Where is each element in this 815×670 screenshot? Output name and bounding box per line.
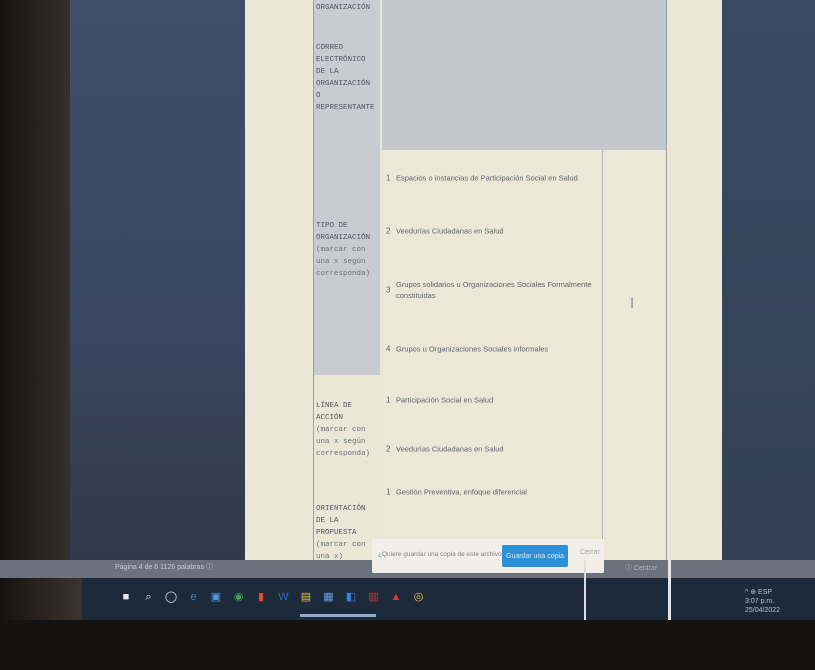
screen-glare <box>668 560 671 622</box>
task-view-icon[interactable]: ◯ <box>163 588 179 606</box>
row-text: Participación Social en Salud <box>396 395 494 405</box>
document-page[interactable]: ORGANIZACIÓN CORREO ELECTRÓNICO DE LA OR… <box>245 0 722 561</box>
tray-indicators[interactable]: ^ ⊕ ESP <box>745 589 772 596</box>
form-table: ORGANIZACIÓN CORREO ELECTRÓNICO DE LA OR… <box>313 0 667 561</box>
desktop-background-left <box>70 0 245 560</box>
row-text: Veedurías Ciudadanas en Salud <box>396 226 504 236</box>
label-orientacion-propuesta: ORIENTACIÓN DE LA PROPUESTA (marcar con … <box>314 473 380 560</box>
label-organizacion: ORGANIZACIÓN <box>314 0 380 40</box>
table-row[interactable]: 1 Espacios o instancias de Participación… <box>382 150 666 206</box>
save-copy-button[interactable]: Guardar una copia <box>502 545 568 567</box>
close-button[interactable]: Cerrar <box>580 549 600 556</box>
status-right-text[interactable]: ⓘ Centrar <box>625 563 657 573</box>
cell-divider <box>602 425 603 473</box>
label-tipo-organizacion: TIPO DE ORGANIZACIÓN (marcar con una x s… <box>314 150 380 375</box>
row-text: Gestión Preventiva, enfoque diferencial <box>396 487 527 497</box>
status-left-text: Página 4 de 6 1126 palabras ⓘ <box>115 564 213 571</box>
text-cursor-icon: I <box>630 296 635 312</box>
label-linea-accion: LÍNEA DE ACCIÓN (marcar con una x según … <box>314 375 380 473</box>
row-text: Espacios o instancias de Participación S… <box>396 173 578 182</box>
table-row[interactable]: 3 Grupos solidarios u Organizaciones Soc… <box>382 257 666 324</box>
word-doc-icon[interactable]: ▦ <box>321 588 337 606</box>
row-number: 1 <box>386 487 391 497</box>
cell-divider <box>602 473 603 511</box>
table-row[interactable]: 1 Gestión Preventiva, enfoque diferencia… <box>382 473 666 512</box>
cell-divider <box>602 150 603 205</box>
chrome2-icon[interactable]: ◎ <box>411 588 427 606</box>
acrobat-icon[interactable]: ▲ <box>388 588 404 606</box>
tray-date: 25/04/2022 <box>745 607 781 614</box>
system-tray[interactable]: ^ ⊕ ESP 3:07 p.m. 25/04/2022 <box>745 588 780 615</box>
cell-divider <box>602 205 603 257</box>
search-icon[interactable]: ⌕ <box>141 588 157 606</box>
word-icon[interactable]: W <box>276 588 292 606</box>
table-row[interactable]: 2 Veedurías Ciudadanas en Salud <box>382 205 666 258</box>
monitor-bezel <box>0 620 815 670</box>
store-icon[interactable]: ▣ <box>208 588 224 606</box>
cell-divider <box>602 323 603 375</box>
tray-time: 3:07 p.m. <box>745 598 775 605</box>
app2-icon[interactable]: ▥ <box>366 588 382 606</box>
cell-divider <box>602 257 603 323</box>
field-organizacion[interactable] <box>382 0 666 41</box>
windows-icon[interactable]: ■ <box>118 588 134 606</box>
table-row[interactable]: 4 Grupos u Organizaciones Sociales infor… <box>382 323 666 376</box>
app-icon[interactable]: ◧ <box>343 588 359 606</box>
row-number: 1 <box>386 395 391 405</box>
cell-divider <box>602 375 603 425</box>
table-row[interactable]: 2 Veedurías Ciudadanas en Salud <box>382 425 666 474</box>
row-number: 3 <box>386 285 391 295</box>
active-app-indicator <box>300 614 328 617</box>
row-text: Grupos solidarios u Organizaciones Socia… <box>396 280 592 300</box>
save-copy-notification: ¿Quiere guardar una copia de este archiv… <box>372 539 604 573</box>
row-number: 1 <box>386 173 391 182</box>
notification-text: ¿Quiere guardar una copia de este archiv… <box>378 551 506 558</box>
active-app-indicator <box>350 614 376 617</box>
label-correo: CORREO ELECTRÓNICO DE LA ORGANIZACIÓN O … <box>314 40 380 150</box>
chrome-icon[interactable]: ◉ <box>231 588 247 606</box>
row-number: 2 <box>386 226 391 236</box>
edge-icon[interactable]: e <box>186 588 202 606</box>
row-text: Grupos u Organizaciones Sociales informa… <box>396 344 549 354</box>
files-icon[interactable]: ▤ <box>298 588 314 606</box>
field-correo[interactable] <box>382 40 666 151</box>
desktop-background-right <box>722 0 815 560</box>
row-number: 2 <box>386 444 391 454</box>
table-row[interactable]: 1 Participación Social en Salud <box>382 375 666 426</box>
screen-glare <box>584 560 586 622</box>
office-icon[interactable]: ▮ <box>253 588 269 606</box>
row-text: Veedurías Ciudadanas en Salud <box>396 444 504 454</box>
row-number: 4 <box>386 344 391 354</box>
